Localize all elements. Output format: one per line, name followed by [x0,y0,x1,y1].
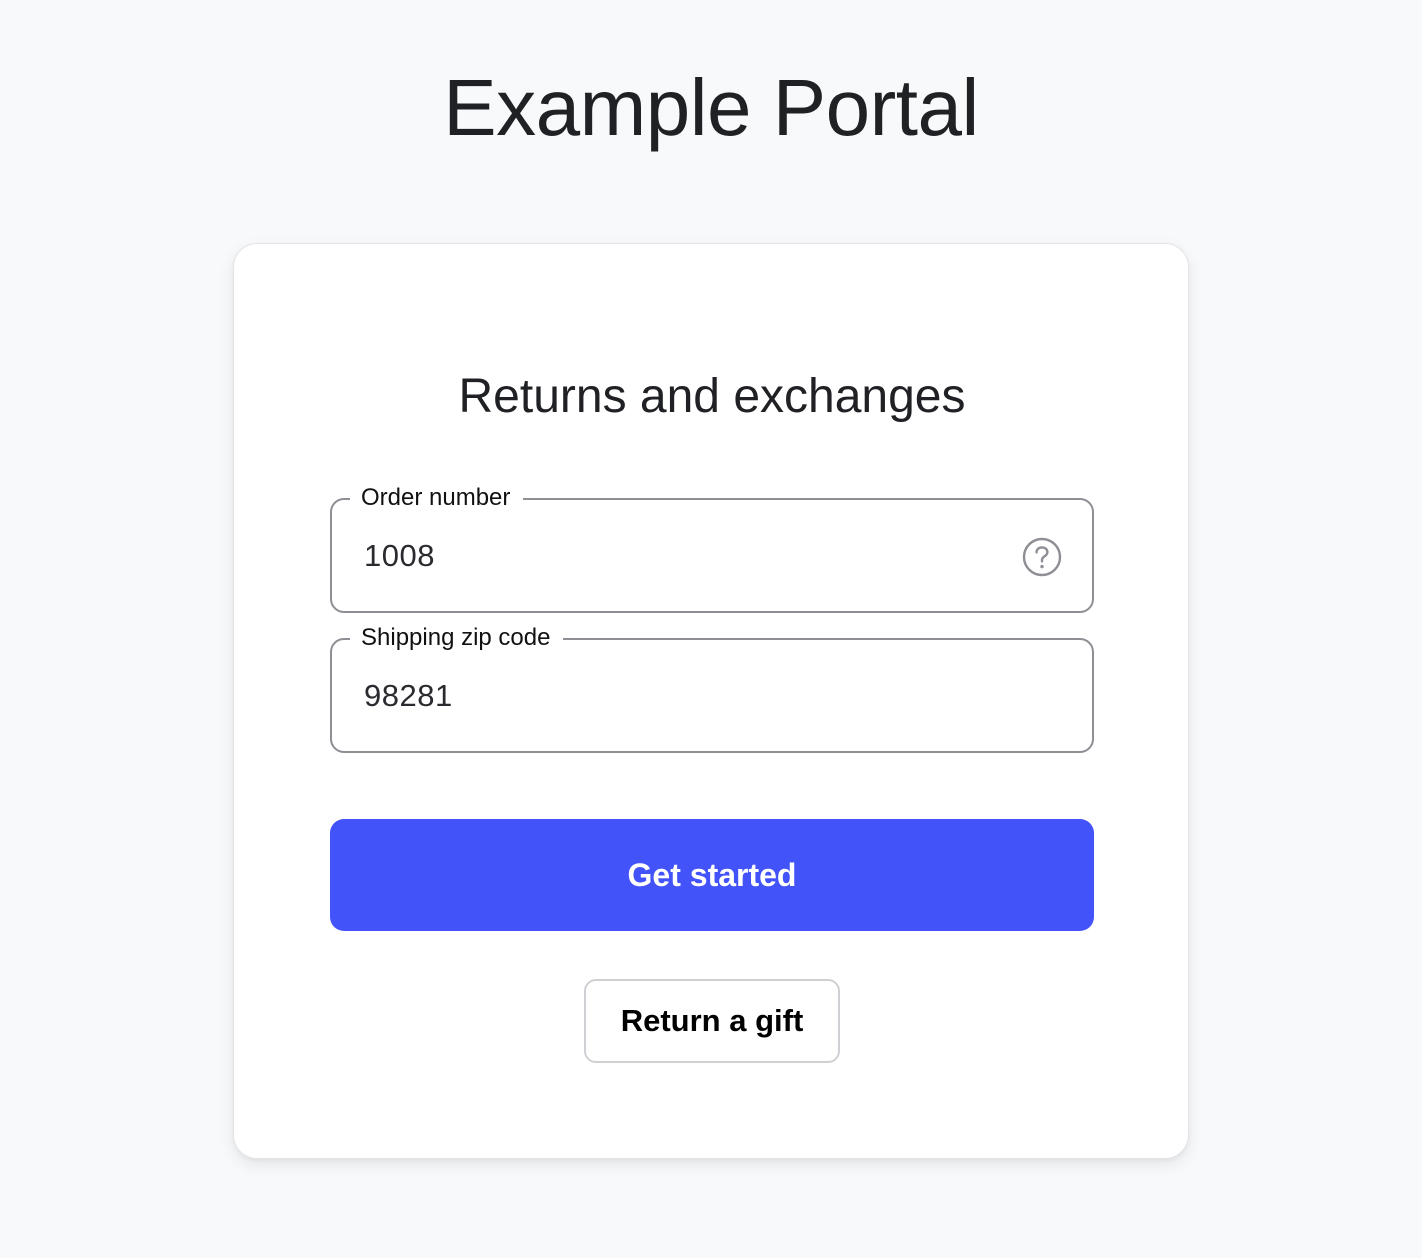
question-circle-icon[interactable] [1022,537,1062,577]
order-number-field[interactable]: Order number [330,483,1094,613]
zip-code-label: Shipping zip code [350,623,564,653]
returns-card: Returns and exchanges Order number Shipp… [233,243,1189,1159]
portal-title: Example Portal [443,63,979,152]
get-started-button[interactable]: Get started [330,819,1094,931]
order-number-input[interactable] [364,534,964,578]
return-gift-button[interactable]: Return a gift [584,979,840,1063]
form-title: Returns and exchanges [458,370,966,423]
zip-code-field[interactable]: Shipping zip code [330,623,1094,753]
zip-code-input[interactable] [364,674,964,718]
order-number-label: Order number [350,483,524,513]
